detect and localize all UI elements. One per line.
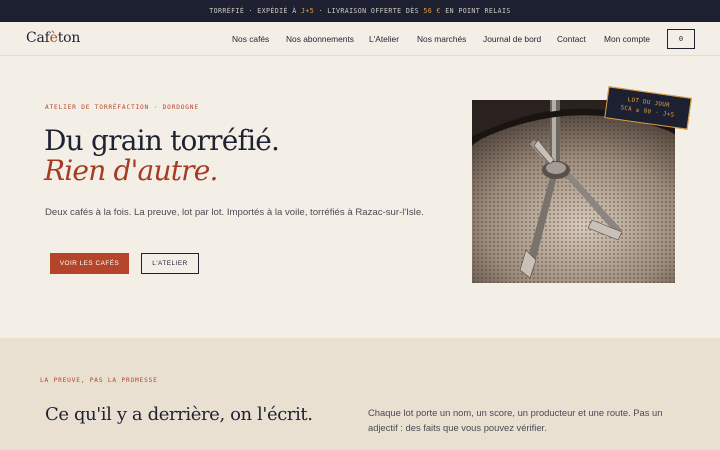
announcement-text-1: TORRÉFIÉ · EXPÉDIÉ À (209, 7, 301, 15)
proof-eyebrow: LA PREUVE, PAS LA PROMESSE (40, 377, 158, 384)
hero-title-line1: Du grain torréfié. (44, 124, 280, 157)
nav-item-journal[interactable]: Journal de bord (483, 34, 541, 44)
announcement-highlight-threshold: 56 € (423, 7, 441, 15)
view-coffees-button[interactable]: VOIR LES CAFÉS (50, 253, 129, 274)
main-navigation: Cafèton Nos cafés Nos abonnements L'Atel… (0, 22, 720, 56)
hero-eyebrow: ATELIER DE TORRÉFACTION · DORDOGNE (45, 104, 199, 111)
roaster-drum-illustration (472, 100, 675, 283)
announcement-text-2: · LIVRAISON OFFERTE DÈS (314, 7, 424, 15)
nav-menu: Nos cafés Nos abonnements L'Atelier Nos … (0, 22, 720, 56)
proof-text: Chaque lot porte un nom, un score, un pr… (368, 407, 663, 433)
nav-item-cafes[interactable]: Nos cafés (232, 34, 269, 44)
announcement-highlight-delay: J+5 (301, 7, 315, 15)
nav-item-abonnements[interactable]: Nos abonnements (286, 34, 354, 44)
hero-lead: Deux cafés à la fois. La preuve, lot par… (45, 207, 424, 218)
nav-item-contact[interactable]: Contact (557, 34, 586, 44)
atelier-button[interactable]: L'ATELIER (141, 253, 199, 274)
cart-count: 0 (678, 35, 684, 43)
announcement-bar: TORRÉFIÉ · EXPÉDIÉ À J+5 · LIVRAISON OFF… (0, 0, 720, 22)
roaster-photo (472, 100, 675, 283)
proof-title: Ce qu'il y a derrière, on l'écrit. (45, 404, 313, 425)
nav-item-marches[interactable]: Nos marchés (417, 34, 466, 44)
hero-title-line2: Rien d'autre. (44, 154, 218, 187)
nav-item-atelier[interactable]: L'Atelier (369, 34, 399, 44)
cart-button[interactable]: 0 (667, 29, 695, 49)
announcement-text-3: EN POINT RELAIS (440, 7, 511, 15)
nav-item-account[interactable]: Mon compte (604, 34, 650, 44)
